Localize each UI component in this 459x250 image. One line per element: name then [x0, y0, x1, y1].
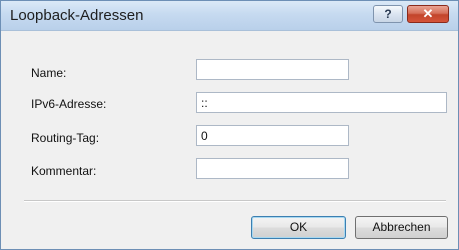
routing-tag-field[interactable] — [196, 125, 349, 146]
help-button[interactable]: ? — [373, 5, 403, 23]
comment-field[interactable] — [196, 158, 349, 179]
name-field[interactable] — [196, 59, 349, 80]
window-title: Loopback-Adressen — [10, 7, 144, 24]
comment-label: Kommentar: — [31, 164, 97, 178]
help-icon: ? — [384, 7, 392, 21]
close-button[interactable]: ✕ — [407, 5, 449, 23]
name-label: Name: — [31, 66, 67, 80]
ok-button[interactable]: OK — [251, 216, 346, 239]
close-icon: ✕ — [422, 6, 434, 21]
routing-tag-label: Routing-Tag: — [31, 131, 100, 145]
dialog-window: Loopback-Adressen ? ✕ Name: IPv6-Adresse… — [0, 0, 459, 250]
title-bar[interactable]: Loopback-Adressen ? ✕ — [1, 1, 458, 31]
cancel-button[interactable]: Abbrechen — [355, 216, 448, 239]
ipv6-address-label: IPv6-Adresse: — [31, 97, 107, 111]
separator-line — [24, 200, 446, 202]
ipv6-address-field[interactable] — [196, 92, 447, 113]
